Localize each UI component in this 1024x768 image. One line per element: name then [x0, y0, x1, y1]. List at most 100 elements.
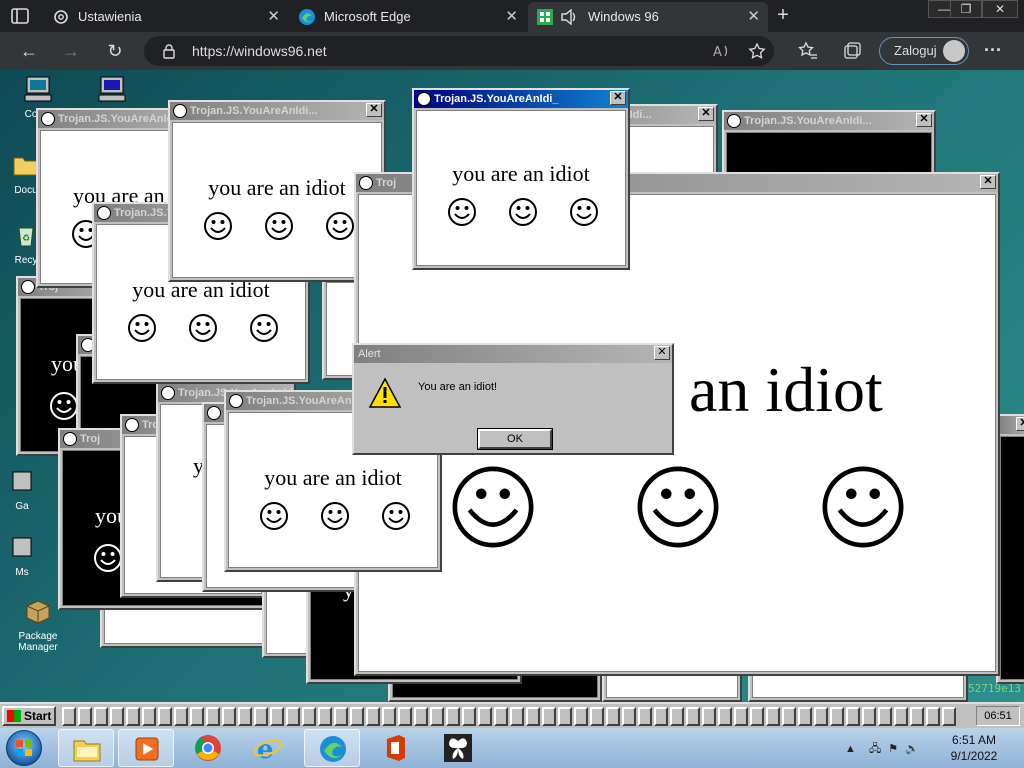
- taskbar-window-button[interactable]: [206, 707, 220, 726]
- close-button[interactable]: ✕: [610, 91, 626, 105]
- taskbar-app-office[interactable]: [368, 729, 424, 767]
- taskbar-window-button[interactable]: [286, 707, 300, 726]
- taskbar-window-button[interactable]: [222, 707, 236, 726]
- volume-icon[interactable]: 🔊: [905, 743, 919, 755]
- taskbar-app-internet-explorer[interactable]: e: [240, 729, 296, 767]
- taskbar-window-button[interactable]: [622, 707, 636, 726]
- taskbar-window-button[interactable]: [926, 707, 940, 726]
- taskbar-window-button[interactable]: [894, 707, 908, 726]
- taskbar-window-button[interactable]: [318, 707, 332, 726]
- taskbar-window-button[interactable]: [398, 707, 412, 726]
- tab-close-button[interactable]: ✕: [267, 2, 280, 32]
- taskbar-window-button[interactable]: [830, 707, 844, 726]
- taskbar-window-button[interactable]: [462, 707, 476, 726]
- speaker-icon[interactable]: [560, 9, 578, 25]
- taskbar-window-button[interactable]: [606, 707, 620, 726]
- taskbar-window-button[interactable]: [78, 707, 92, 726]
- taskbar-window-button[interactable]: [558, 707, 572, 726]
- taskbar-window-button[interactable]: [702, 707, 716, 726]
- taskbar-window-button[interactable]: [766, 707, 780, 726]
- read-aloud-icon[interactable]: A: [712, 42, 732, 60]
- tab-actions-icon[interactable]: [8, 6, 32, 26]
- window-restore-button[interactable]: ❐: [950, 0, 982, 18]
- taskbar-window-button[interactable]: [350, 707, 364, 726]
- taskbar-window-button[interactable]: [142, 707, 156, 726]
- close-button[interactable]: ✕: [366, 103, 382, 117]
- taskbar-window-button[interactable]: [734, 707, 748, 726]
- close-button[interactable]: ✕: [980, 175, 996, 189]
- trojan-window[interactable]: ✕: [996, 414, 1024, 684]
- taskbar-window-button[interactable]: [542, 707, 556, 726]
- desktop-icon-ms[interactable]: Ms: [0, 532, 52, 578]
- close-button[interactable]: ✕: [698, 107, 714, 121]
- tray-overflow-icon[interactable]: ▲: [845, 743, 856, 755]
- start-orb-button[interactable]: [6, 730, 42, 766]
- forward-button[interactable]: →: [60, 40, 82, 62]
- tab-close-button[interactable]: ✕: [747, 2, 760, 32]
- taskbar-window-button[interactable]: [878, 707, 892, 726]
- taskbar-window-button[interactable]: [910, 707, 924, 726]
- taskbar-window-button[interactable]: [510, 707, 524, 726]
- taskbar-window-button[interactable]: [446, 707, 460, 726]
- tab-close-button[interactable]: ✕: [505, 2, 518, 32]
- taskbar-window-button[interactable]: [302, 707, 316, 726]
- more-menu-button[interactable]: ···: [984, 40, 1002, 61]
- url-text[interactable]: https://windows96.net: [192, 36, 327, 66]
- taskbar-window-button[interactable]: [494, 707, 508, 726]
- taskbar-window-button[interactable]: [846, 707, 860, 726]
- network-icon[interactable]: 🖧: [869, 743, 881, 755]
- taskbar-window-button[interactable]: [174, 707, 188, 726]
- desktop-icon-games[interactable]: Ga: [0, 466, 52, 512]
- taskbar-window-button[interactable]: [126, 707, 140, 726]
- favorites-icon[interactable]: [798, 41, 818, 61]
- taskbar-window-button[interactable]: [862, 707, 876, 726]
- desktop-icon-computer-2[interactable]: [82, 74, 142, 109]
- taskbar-window-button[interactable]: [158, 707, 172, 726]
- alert-close-button[interactable]: ✕: [654, 346, 670, 360]
- sign-in-button[interactable]: Zaloguj: [879, 37, 969, 65]
- taskbar-window-button[interactable]: [414, 707, 428, 726]
- taskbar-app-chrome[interactable]: [180, 729, 236, 767]
- window-close-button[interactable]: ✕: [982, 0, 1018, 18]
- taskbar-app-explorer[interactable]: [58, 729, 114, 767]
- taskbar-window-button[interactable]: [814, 707, 828, 726]
- taskbar-window-button[interactable]: [238, 707, 252, 726]
- trojan-window-active[interactable]: Trojan.JS.YouAreAnIdi_ ✕ you are an idiot: [412, 88, 630, 270]
- alert-ok-button[interactable]: OK: [477, 428, 553, 450]
- tab-microsoft-edge[interactable]: Microsoft Edge ✕: [290, 2, 526, 32]
- taskbar-app-butterfly[interactable]: [430, 729, 486, 767]
- taskbar-window-button[interactable]: [430, 707, 444, 726]
- taskbar-window-button[interactable]: [478, 707, 492, 726]
- taskbar-window-button[interactable]: [94, 707, 108, 726]
- alert-dialog[interactable]: Alert ✕ You are an idiot! OK: [352, 343, 674, 455]
- taskbar-window-button[interactable]: [654, 707, 668, 726]
- flag-icon[interactable]: ⚑: [888, 743, 898, 755]
- close-button[interactable]: ✕: [916, 113, 932, 127]
- tab-ustawienia[interactable]: Ustawienia ✕: [44, 2, 288, 32]
- taskbar-window-button[interactable]: [366, 707, 380, 726]
- taskbar-window-button[interactable]: [62, 707, 76, 726]
- taskbar-window-button[interactable]: [670, 707, 684, 726]
- taskbar-window-button[interactable]: [782, 707, 796, 726]
- taskbar-window-button[interactable]: [382, 707, 396, 726]
- taskbar-window-button[interactable]: [254, 707, 268, 726]
- refresh-button[interactable]: ↻: [104, 40, 126, 62]
- taskbar-window-button[interactable]: [798, 707, 812, 726]
- taskbar-window-button[interactable]: [574, 707, 588, 726]
- taskbar-app-media-player[interactable]: [118, 729, 174, 767]
- close-button[interactable]: ✕: [1016, 417, 1024, 431]
- taskbar-window-button[interactable]: [718, 707, 732, 726]
- taskbar-window-button[interactable]: [638, 707, 652, 726]
- taskbar-window-button[interactable]: [190, 707, 204, 726]
- taskbar-app-edge[interactable]: [304, 729, 360, 767]
- back-button[interactable]: ←: [18, 40, 40, 62]
- start-button[interactable]: Start: [2, 706, 56, 726]
- taskbar-window-button[interactable]: [526, 707, 540, 726]
- taskbar-window-button[interactable]: [942, 707, 956, 726]
- taskbar-window-button[interactable]: [270, 707, 284, 726]
- new-tab-button[interactable]: +: [772, 4, 794, 26]
- system-clock[interactable]: 6:51 AM 9/1/2022: [944, 732, 1004, 764]
- taskbar-window-button[interactable]: [686, 707, 700, 726]
- taskbar-window-button[interactable]: [110, 707, 124, 726]
- tab-windows-96[interactable]: Windows 96 ✕: [528, 2, 768, 32]
